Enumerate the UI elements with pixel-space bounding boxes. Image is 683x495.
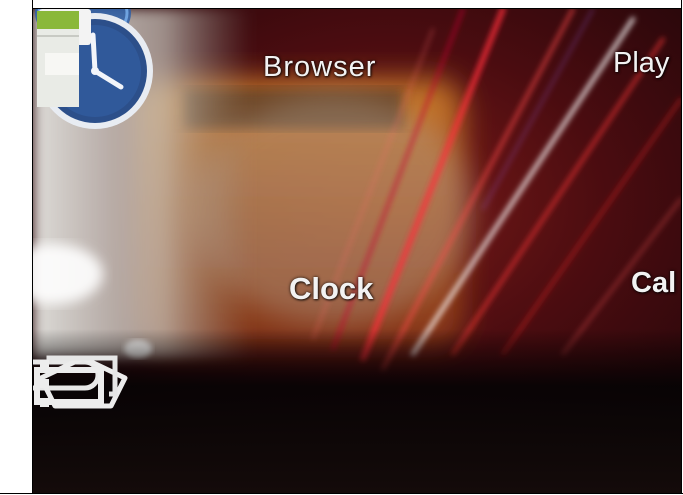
- app-label-cal[interactable]: Cal: [631, 267, 676, 300]
- page-frame-top: [0, 0, 683, 9]
- calendar-icon[interactable]: [33, 9, 79, 109]
- app-label-browser[interactable]: Browser: [263, 51, 376, 84]
- app-label-play[interactable]: Play: [613, 47, 669, 80]
- tablet-screen-photo: Browser Clock Play Cal: [33, 9, 681, 493]
- page-frame-left: [0, 0, 33, 495]
- navigation-bar: [33, 354, 681, 449]
- app-label-clock[interactable]: Clock: [289, 271, 373, 307]
- menu-dots-icon[interactable]: [33, 354, 57, 414]
